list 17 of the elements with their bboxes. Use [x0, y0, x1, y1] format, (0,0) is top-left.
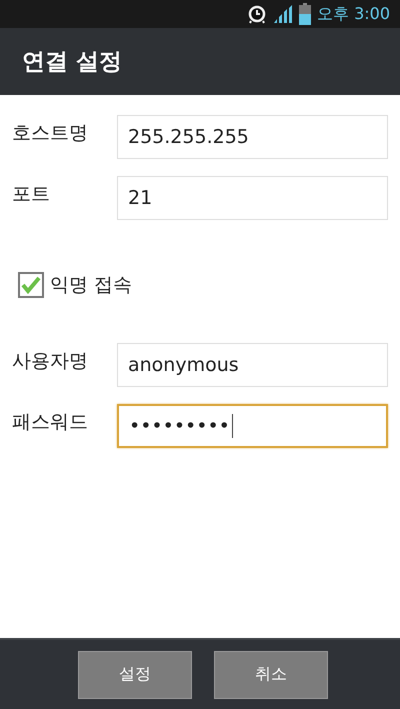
- input-field[interactable]: 255.255.255: [117, 115, 388, 159]
- field-label: 호스트명: [12, 121, 89, 146]
- field-label: 사용자명: [12, 349, 89, 374]
- action-button[interactable]: 취소: [214, 650, 328, 698]
- clock-time: 오후 3:00: [316, 4, 390, 24]
- field-label: 포트: [12, 182, 51, 207]
- checkbox[interactable]: [18, 272, 44, 298]
- action-button[interactable]: 설정: [78, 650, 192, 698]
- signal-icon: [272, 4, 293, 24]
- alarm-clock-icon: [246, 4, 267, 24]
- field-label: 패스워드: [12, 410, 89, 435]
- checkbox-label: 익명 접속: [50, 273, 132, 298]
- input-field[interactable]: 21: [117, 176, 388, 220]
- input-field[interactable]: •••••••••: [117, 404, 388, 448]
- input-field[interactable]: anonymous: [117, 343, 388, 387]
- screen-title: 연결 설정: [22, 48, 122, 77]
- battery-icon: [298, 3, 311, 25]
